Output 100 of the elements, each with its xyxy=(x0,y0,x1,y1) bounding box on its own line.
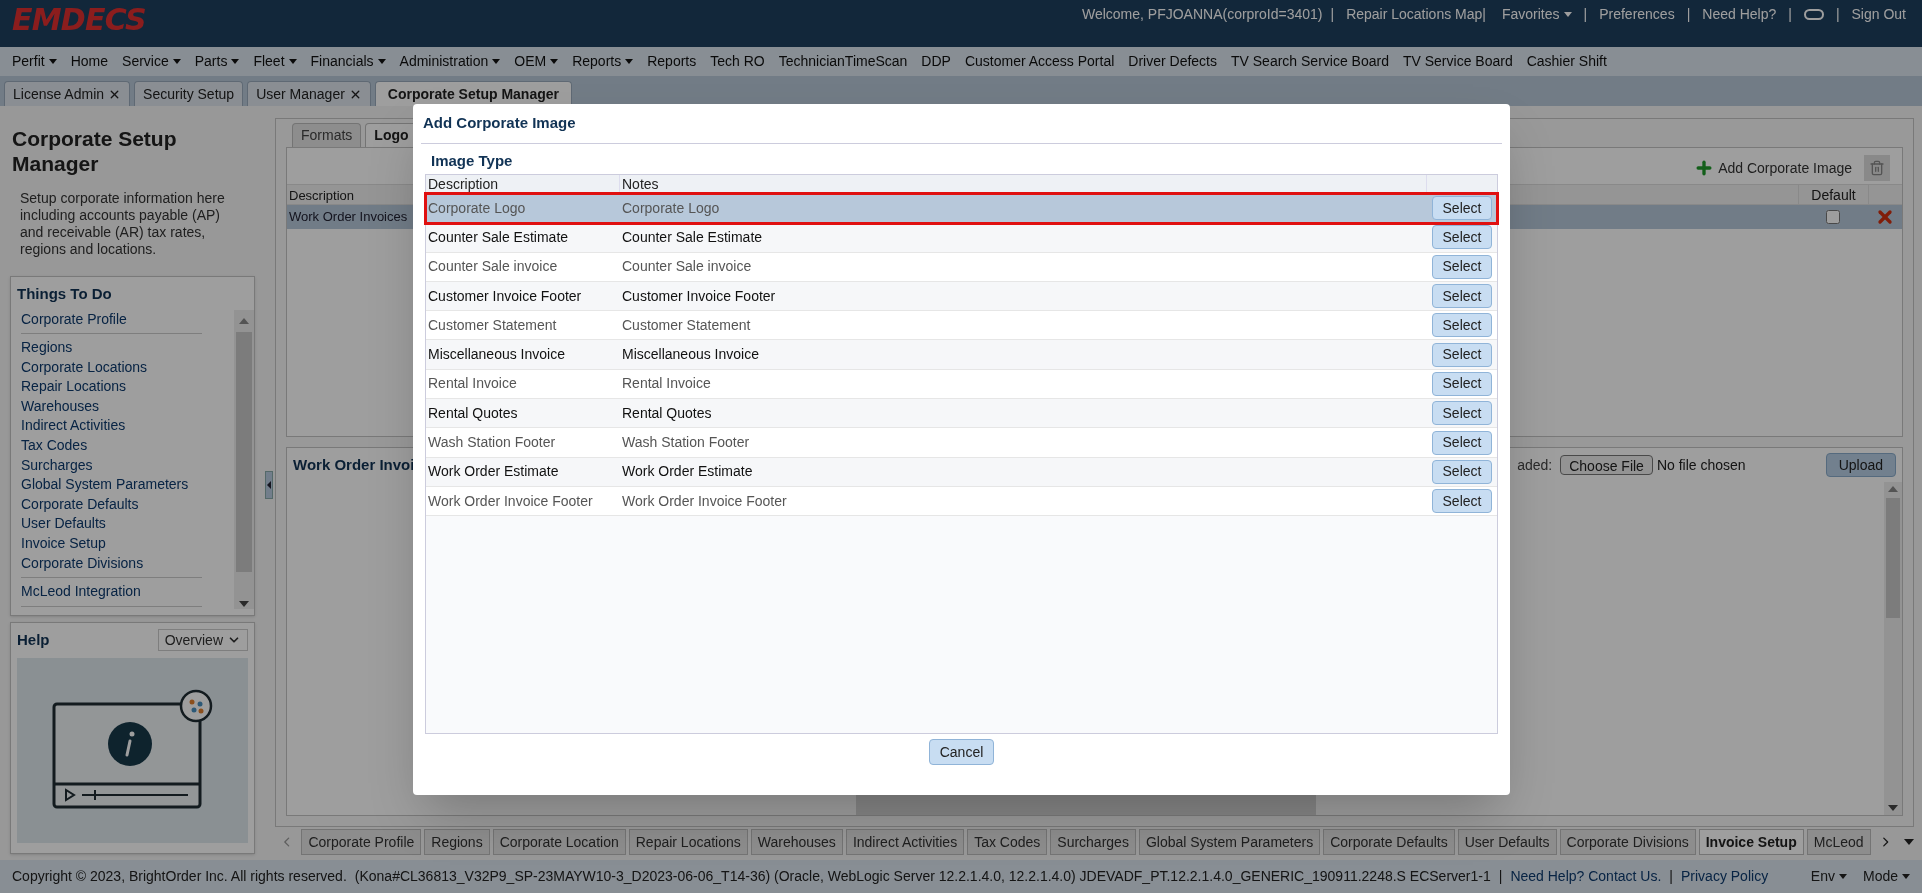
select-button[interactable]: Select xyxy=(1432,225,1492,250)
select-button[interactable]: Select xyxy=(1432,254,1492,279)
footer-link[interactable]: Privacy Policy xyxy=(1681,866,1769,887)
menu-item[interactable]: Driver Defects xyxy=(1128,51,1217,72)
header-link[interactable]: Need Help? xyxy=(1698,4,1781,25)
upload-button[interactable]: Upload xyxy=(1825,453,1896,477)
delete-button[interactable] xyxy=(1864,155,1890,181)
task-link[interactable]: User Defaults xyxy=(21,514,202,535)
scroll-up-icon[interactable] xyxy=(1888,486,1898,492)
select-button[interactable]: Select xyxy=(1432,371,1492,396)
bottom-tab[interactable]: Surcharges xyxy=(1050,829,1136,855)
bottom-tab[interactable]: McLeod xyxy=(1806,829,1871,855)
scroll-up-icon[interactable] xyxy=(239,317,249,324)
menu-item[interactable]: DDP xyxy=(921,51,951,72)
task-link[interactable]: Corporate Defaults xyxy=(21,494,202,515)
page-tab[interactable]: Security Setup xyxy=(134,81,244,106)
image-type-row[interactable]: Rental Invoice Rental Invoice Select xyxy=(426,369,1497,400)
task-link[interactable]: Corporate Locations xyxy=(21,357,202,378)
task-link[interactable]: McLeod Integration xyxy=(21,582,202,602)
page-tab[interactable]: License Admin xyxy=(4,81,131,106)
menu-item[interactable]: Service xyxy=(122,51,181,72)
scrollbar[interactable] xyxy=(1884,482,1902,815)
menu-item[interactable]: Tech RO xyxy=(710,51,765,72)
add-corporate-image-button[interactable]: Add Corporate Image xyxy=(1694,157,1852,179)
select-button[interactable]: Select xyxy=(1432,342,1492,367)
page-tab[interactable]: User Manager xyxy=(247,81,371,106)
image-type-row[interactable]: Counter Sale invoice Counter Sale invoice Select xyxy=(426,252,1497,282)
scrollbar[interactable] xyxy=(234,309,254,609)
bottom-tab[interactable]: Tax Codes xyxy=(967,829,1048,855)
menu-item[interactable]: TV Service Board xyxy=(1402,51,1513,72)
bottom-tab[interactable]: Repair Locations xyxy=(628,829,748,855)
bottom-tab[interactable]: Indirect Activities xyxy=(845,829,965,855)
menu-item[interactable]: Reports xyxy=(572,51,634,72)
footer-menu[interactable]: Env xyxy=(1810,866,1847,887)
menu-item[interactable]: Fleet xyxy=(253,51,297,72)
select-button[interactable]: Select xyxy=(1432,284,1492,309)
caret-icon[interactable] xyxy=(1904,839,1914,845)
help-topic-select[interactable]: Overview xyxy=(157,629,248,652)
default-checkbox[interactable] xyxy=(1826,210,1840,224)
task-link[interactable]: Corporate Divisions xyxy=(21,553,202,574)
bottom-tab[interactable]: Global System Parameters xyxy=(1138,829,1321,855)
image-type-row[interactable]: Miscellaneous Invoice Miscellaneous Invoice Select xyxy=(426,340,1497,370)
menu-item[interactable]: Perfit xyxy=(12,51,57,72)
choose-file-button[interactable]: Choose File xyxy=(1560,455,1653,475)
cancel-button[interactable]: Cancel xyxy=(928,739,995,765)
image-type-row[interactable]: Wash Station Footer Wash Station Footer Select xyxy=(426,428,1497,458)
menu-item[interactable]: OEM xyxy=(514,51,559,72)
page-tab[interactable]: Corporate Setup Manager xyxy=(374,81,572,106)
image-type-row[interactable]: Corporate Logo Corporate Logo Select xyxy=(426,194,1497,224)
image-type-row[interactable]: Rental Quotes Rental Quotes Select xyxy=(426,399,1497,429)
scroll-down-icon[interactable] xyxy=(239,601,249,607)
menu-item[interactable]: Cashier Shift xyxy=(1526,51,1607,72)
task-link[interactable]: Indirect Activities xyxy=(21,416,202,437)
select-button[interactable]: Select xyxy=(1432,459,1492,484)
menu-item[interactable]: Financials xyxy=(310,51,386,72)
bottom-tab[interactable]: Invoice Setup xyxy=(1698,829,1804,855)
menu-item[interactable]: Administration xyxy=(399,51,501,72)
image-type-row[interactable]: Customer Statement Customer Statement Select xyxy=(426,311,1497,341)
bottom-tab[interactable]: Corporate Divisions xyxy=(1559,829,1696,855)
menu-item[interactable]: Reports xyxy=(647,51,697,72)
footer-menu[interactable]: Mode xyxy=(1862,866,1910,887)
column-header: Description xyxy=(288,188,356,203)
header-link[interactable]: Sign Out xyxy=(1847,4,1910,25)
header-link[interactable]: Preferences xyxy=(1595,4,1679,25)
image-type-row[interactable]: Work Order Invoice Footer Work Order Invoice Footer Select xyxy=(426,486,1497,517)
header-link[interactable]: Repair Locations Map| xyxy=(1342,4,1490,25)
select-button[interactable]: Select xyxy=(1432,430,1492,455)
menu-item[interactable]: Home xyxy=(70,51,109,72)
footer-link[interactable]: Need Help? Contact Us. xyxy=(1510,866,1662,887)
select-button[interactable]: Select xyxy=(1432,489,1492,514)
image-type-row[interactable]: Work Order Estimate Work Order Estimate Select xyxy=(426,457,1497,487)
menu-item[interactable]: Parts xyxy=(194,51,240,72)
task-link[interactable]: Surcharges xyxy=(21,455,202,476)
collapse-handle[interactable] xyxy=(265,471,273,499)
image-type-row[interactable]: Counter Sale Estimate Counter Sale Estimate Select xyxy=(426,223,1497,253)
task-link[interactable]: Global System Parameters xyxy=(21,475,202,495)
task-link[interactable]: Warehouses xyxy=(21,396,202,417)
task-link[interactable]: Regions xyxy=(21,338,202,358)
select-button[interactable]: Select xyxy=(1432,401,1492,426)
favorites-menu[interactable]: Favorites xyxy=(1497,4,1576,25)
scroll-down-icon[interactable] xyxy=(1888,805,1898,811)
bottom-tab[interactable]: Corporate Profile xyxy=(301,829,422,855)
task-link[interactable]: Tax Codes xyxy=(21,436,202,456)
menu-item[interactable]: TechnicianTimeScan xyxy=(778,51,908,72)
task-link[interactable]: Corporate Profile xyxy=(21,309,202,330)
menu-item[interactable]: TV Search Service Board xyxy=(1231,51,1389,72)
image-type-row[interactable]: Customer Invoice Footer Customer Invoice Footer Select xyxy=(426,281,1497,312)
bottom-tab[interactable]: User Defaults xyxy=(1457,829,1557,855)
content-tab[interactable]: Formats xyxy=(292,123,362,147)
task-link[interactable]: Repair Locations xyxy=(21,377,202,397)
bottom-tab[interactable]: Corporate Defaults xyxy=(1323,829,1455,855)
bottom-tab[interactable]: Regions xyxy=(424,829,490,855)
toggle-icon[interactable] xyxy=(1803,9,1824,20)
bottom-tab[interactable]: Warehouses xyxy=(750,829,843,855)
bottom-tab[interactable]: Corporate Location xyxy=(492,829,626,855)
select-button[interactable]: Select xyxy=(1432,313,1492,338)
menu-item[interactable]: Customer Access Portal xyxy=(964,51,1115,72)
task-link[interactable]: Invoice Setup xyxy=(21,534,202,554)
table-cell-text: Customer Invoice Footer xyxy=(427,286,583,306)
select-button[interactable]: Select xyxy=(1432,196,1492,221)
